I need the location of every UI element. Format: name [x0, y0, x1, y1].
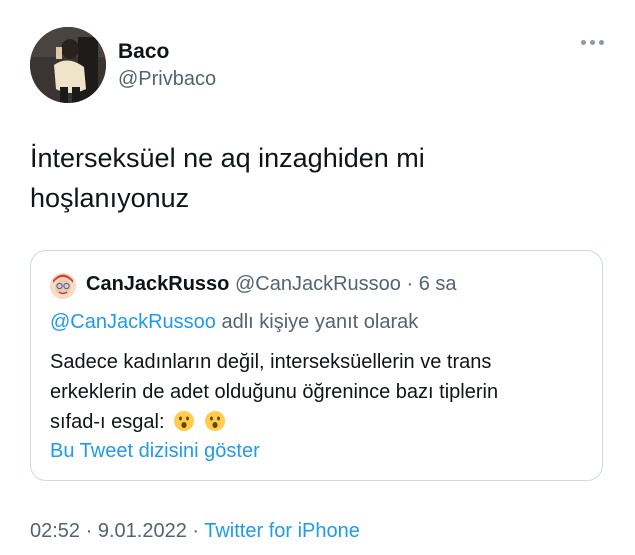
- dot-icon: [581, 40, 586, 45]
- tweet-text-line: hoşlanıyonuz: [30, 183, 190, 213]
- tweet-text-line: İnterseksüel ne aq inzaghiden mi: [30, 143, 425, 173]
- separator-dot: ·: [400, 273, 419, 295]
- quoted-tweet-card[interactable]: CanJackRusso @CanJackRussoo · 6 sa @CanJ…: [30, 250, 603, 481]
- show-thread-link[interactable]: Bu Tweet dizisini göster: [50, 440, 260, 463]
- more-options-icon[interactable]: [581, 40, 604, 45]
- quoted-header: CanJackRusso @CanJackRussoo · 6 sa: [86, 273, 457, 296]
- avatar-cartoon-icon: [50, 273, 76, 299]
- separator-dot: ·: [80, 520, 98, 542]
- quoted-author-handle[interactable]: @CanJackRussoo: [235, 273, 401, 295]
- dot-icon: [590, 40, 595, 45]
- quoted-text-line: Sadece kadınların değil, interseksüeller…: [50, 351, 492, 373]
- reply-suffix: adlı kişiye yanıt olarak: [215, 311, 419, 333]
- tweet-date[interactable]: 9.01.2022: [98, 520, 187, 542]
- quoted-tweet-text: Sadece kadınların değil, interseksüeller…: [50, 347, 580, 437]
- separator-dot: ·: [186, 520, 205, 542]
- author-avatar[interactable]: [30, 27, 106, 103]
- astonished-face-emoji-icon: [174, 411, 195, 431]
- quoted-author-name[interactable]: CanJackRusso: [86, 273, 229, 295]
- author-name[interactable]: Baco: [118, 40, 169, 64]
- reply-handle-link[interactable]: @CanJackRussoo: [50, 311, 216, 333]
- quoted-text-line: erkeklerin de adet olduğunu öğrenince ba…: [50, 381, 499, 403]
- tweet-source-link[interactable]: Twitter for iPhone: [204, 520, 360, 542]
- tweet-timestamp-footer: 02:52 · 9.01.2022 · Twitter for iPhone: [30, 520, 360, 543]
- astonished-face-emoji-icon: [204, 411, 225, 431]
- tweet-time[interactable]: 02:52: [30, 520, 80, 542]
- quoted-author-avatar[interactable]: [50, 273, 76, 299]
- quoted-time[interactable]: 6 sa: [419, 273, 457, 295]
- quoted-text-line-text: sıfad-ı esgal:: [50, 411, 165, 433]
- tweet-text: İnterseksüel ne aq inzaghiden mi hoşlanı…: [30, 138, 590, 218]
- avatar-photo: [30, 27, 106, 103]
- reply-context: @CanJackRussoo adlı kişiye yanıt olarak: [50, 311, 418, 334]
- author-handle[interactable]: @Privbaco: [118, 68, 216, 91]
- dot-icon: [599, 40, 604, 45]
- quoted-text-line: sıfad-ı esgal:: [50, 407, 580, 437]
